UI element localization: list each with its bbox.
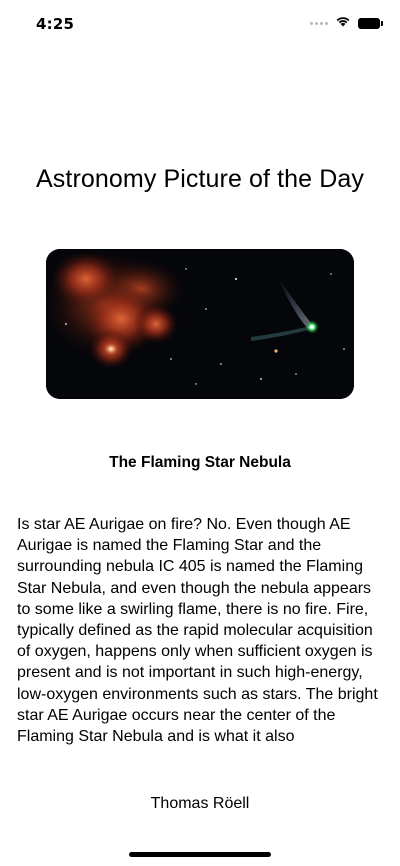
status-icons: [310, 14, 383, 32]
battery-icon: [358, 17, 383, 29]
home-indicator[interactable]: [129, 852, 271, 857]
apod-image: [46, 249, 354, 399]
copyright-credit: Thomas Röell: [150, 795, 250, 812]
picture-explanation[interactable]: Is star AE Aurigae on fire? No. Even tho…: [17, 514, 385, 769]
status-bar: 4:25: [0, 0, 400, 50]
status-time: 4:25: [36, 15, 75, 33]
cellular-signal-icon: [310, 21, 328, 25]
picture-title: The Flaming Star Nebula: [109, 454, 291, 471]
page-title: Astronomy Picture of the Day: [36, 165, 364, 193]
wifi-icon: [335, 14, 351, 32]
